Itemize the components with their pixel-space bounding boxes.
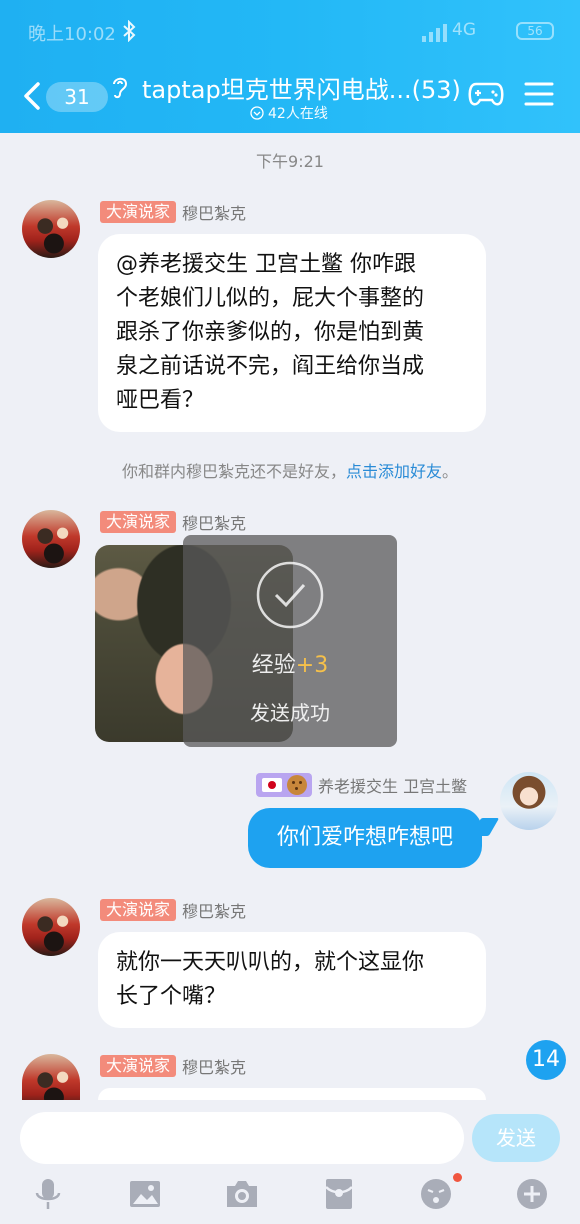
exp-value: +3 <box>295 653 329 678</box>
gingerbread-icon <box>286 775 307 795</box>
signal-icon <box>422 24 447 42</box>
check-circle-icon <box>256 561 324 629</box>
red-packet-icon[interactable] <box>321 1176 357 1212</box>
image-icon[interactable] <box>127 1176 163 1212</box>
online-label: 42人在线 <box>268 106 328 122</box>
title-badge: 大演说家 <box>100 511 177 533</box>
ear-icon <box>113 77 128 99</box>
network-type: 4G <box>452 20 476 40</box>
chat-timestamp: 下午9:21 <box>256 152 324 171</box>
sender-row: 大演说家 穆巴紮克 <box>100 898 246 922</box>
message-line: 跟杀了你亲爹似的，你是怕到黄 <box>116 320 425 345</box>
title-badge: 大演说家 <box>100 201 177 223</box>
message-line: 长了个嘴？ <box>116 984 227 1009</box>
camera-icon[interactable] <box>224 1176 260 1212</box>
menu-icon[interactable] <box>524 80 554 108</box>
status-bar: 晚上10:02 4G 56 <box>0 0 580 62</box>
add-friend-link[interactable]: 点击添加好友 <box>346 462 442 481</box>
my-message-bubble[interactable]: 你们爱咋想咋想吧 <box>248 808 482 868</box>
my-badge <box>256 773 312 797</box>
avatar[interactable] <box>22 200 80 258</box>
unread-count-badge: 31 <box>46 82 108 112</box>
chat-header: 晚上10:02 4G 56 31 taptap坦克世界闪电战...(53) 42… <box>0 0 580 133</box>
system-note-text: 你和群内穆巴紮克还不是好友， <box>121 462 346 481</box>
input-area: 发送 <box>0 1100 580 1224</box>
avatar[interactable] <box>22 510 80 568</box>
back-button[interactable]: 31 <box>18 76 108 116</box>
system-note: 你和群内穆巴紮克还不是好友，点击添加好友。 <box>0 458 580 482</box>
gamepad-icon[interactable] <box>468 78 504 110</box>
message-bubble[interactable]: 就你一天天叭叭的，就个这显你 长了个嘴？ <box>98 932 486 1028</box>
my-sender-row: 养老援交生 卫宫土鳖 <box>256 772 467 798</box>
message-line: 哑巴看？ <box>116 388 205 413</box>
sender-row: 大演说家 穆巴紮克 <box>100 510 246 534</box>
message-line: 个老娘们儿似的，屁大个事整的 <box>116 286 425 311</box>
sender-name[interactable]: 穆巴紮克 <box>182 898 246 922</box>
system-note-end: 。 <box>442 462 459 481</box>
sender-row: 大演说家 穆巴紮克 <box>100 200 246 224</box>
sender-name[interactable]: 穆巴紮克 <box>182 510 246 534</box>
status-time: 晚上10:02 <box>28 24 116 45</box>
exp-gain: 经验+3 <box>183 647 397 679</box>
online-count[interactable]: 42人在线 <box>250 103 328 123</box>
battery-indicator: 56 <box>516 22 554 40</box>
notification-dot <box>453 1173 462 1182</box>
sent-label: 发送成功 <box>250 701 330 725</box>
my-avatar[interactable] <box>500 772 558 830</box>
new-messages-badge[interactable]: 14 <box>526 1040 566 1080</box>
sender-name[interactable]: 穆巴紮克 <box>182 200 246 224</box>
message-bubble[interactable] <box>98 1088 486 1100</box>
send-button[interactable]: 发送 <box>472 1114 560 1162</box>
avatar[interactable] <box>22 1054 80 1100</box>
chevron-left-icon <box>24 82 40 110</box>
chat-title[interactable]: taptap坦克世界闪电战...(53) <box>142 70 462 105</box>
japan-flag-icon <box>261 778 282 792</box>
avatar[interactable] <box>22 898 80 956</box>
title-badge: 大演说家 <box>100 899 177 921</box>
bluetooth-icon <box>123 20 136 42</box>
sender-row: 大演说家 穆巴紮克 <box>100 1054 246 1078</box>
message-bubble[interactable]: @养老援交生 卫宫土鳖 你咋跟 个老娘们儿似的，屁大个事整的 跟杀了你亲爹似的，… <box>98 234 486 432</box>
send-success-toast: 经验+3 发送成功 <box>183 535 397 747</box>
emoji-icon[interactable] <box>418 1176 454 1212</box>
message-input[interactable] <box>20 1112 464 1164</box>
online-icon <box>250 106 264 120</box>
exp-label: 经验 <box>251 653 296 678</box>
message-line: @养老援交生 卫宫土鳖 你咋跟 <box>116 252 416 277</box>
message-line: 就你一天天叭叭的，就个这显你 <box>116 950 425 975</box>
sender-name[interactable]: 穆巴紮克 <box>182 1054 246 1078</box>
my-sender-name[interactable]: 养老援交生 卫宫土鳖 <box>318 773 467 797</box>
title-badge: 大演说家 <box>100 1055 177 1077</box>
message-line: 泉之前话说不完，阎王给你当成 <box>116 354 425 379</box>
plus-icon[interactable] <box>514 1176 550 1212</box>
microphone-icon[interactable] <box>30 1176 66 1212</box>
